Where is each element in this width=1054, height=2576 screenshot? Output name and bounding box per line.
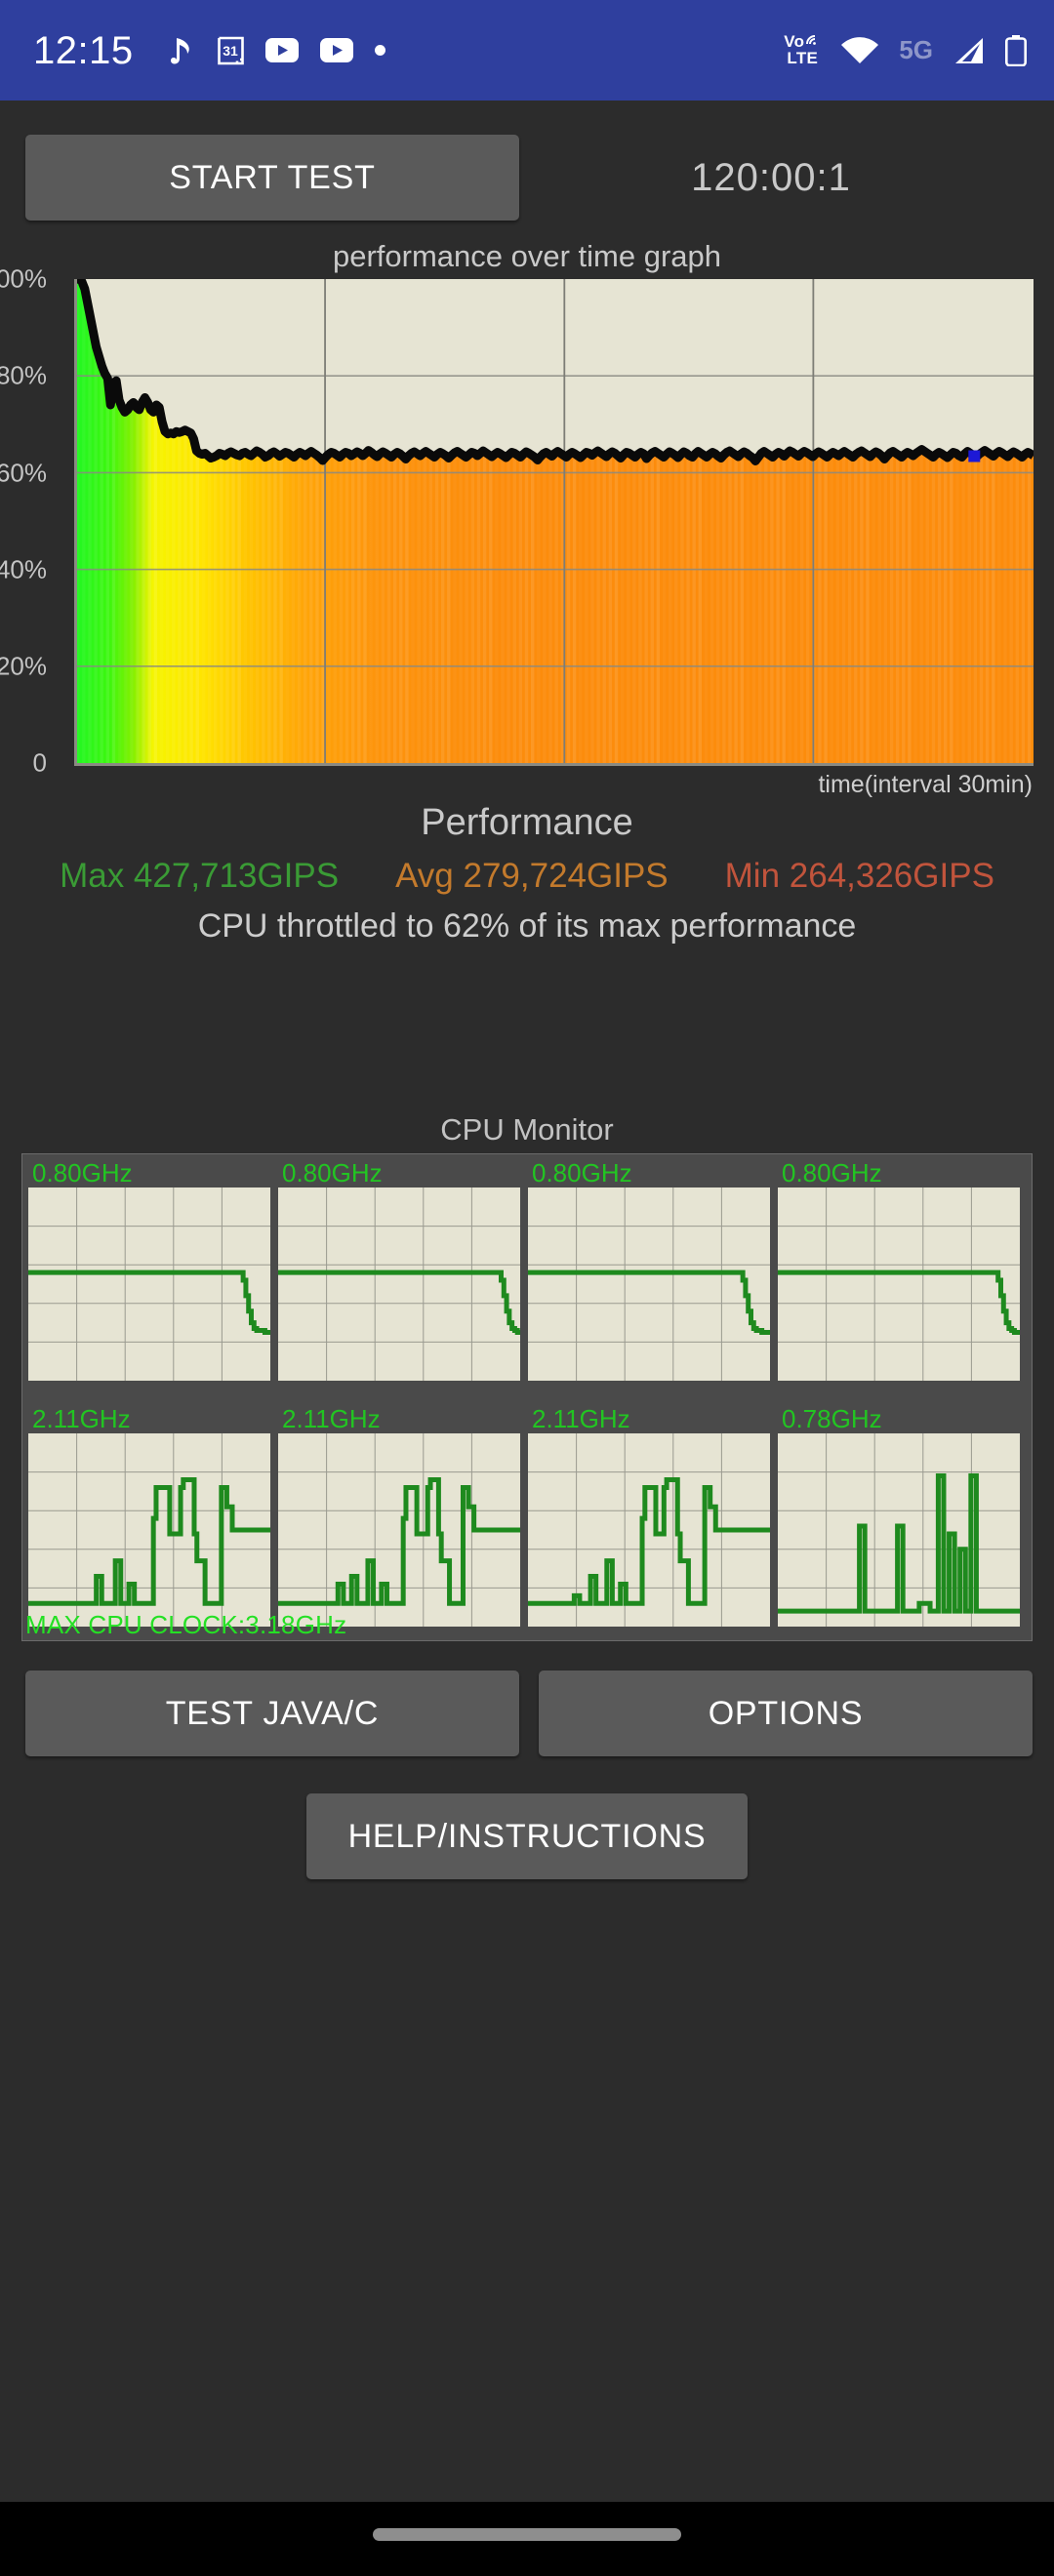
test-timer: 120:00:1 bbox=[691, 155, 851, 199]
cpu-core-7: 0.78GHz bbox=[778, 1404, 1020, 1631]
cpu-core-0-plot bbox=[28, 1187, 270, 1381]
cpu-core-6-frequency: 2.11GHz bbox=[532, 1404, 630, 1433]
cpu-core-0-frequency: 0.80GHz bbox=[32, 1158, 133, 1187]
cpu-core-3-plot bbox=[778, 1187, 1020, 1381]
y-tick-80: 80% bbox=[0, 360, 47, 390]
cpu-core-4-frequency: 2.11GHz bbox=[32, 1404, 131, 1433]
performance-plot-svg bbox=[76, 279, 1034, 763]
y-tick-20: 20% bbox=[0, 651, 47, 681]
battery-icon bbox=[1005, 34, 1027, 66]
calendar-31-icon: 31 bbox=[217, 36, 244, 65]
volte-bottom-label: LTE bbox=[787, 48, 819, 67]
y-tick-0: 0 bbox=[32, 747, 47, 778]
cpu-core-6: 2.11GHz bbox=[528, 1404, 770, 1631]
home-gesture-pill[interactable] bbox=[373, 2528, 681, 2541]
system-navigation-bar bbox=[0, 2502, 1054, 2576]
options-button[interactable]: OPTIONS bbox=[539, 1670, 1033, 1756]
performance-chart: performance over time graph 100% 80% 60%… bbox=[0, 239, 1054, 798]
svg-text:31: 31 bbox=[223, 43, 238, 59]
cpu-core-4: 2.11GHz bbox=[28, 1404, 270, 1631]
y-tick-40: 40% bbox=[0, 554, 47, 584]
youtube-music-icon bbox=[319, 38, 353, 62]
performance-chart-title: performance over time graph bbox=[332, 239, 722, 273]
status-bar: 12:15 31 Vo LTE 5G bbox=[0, 0, 1054, 101]
cpu-core-7-frequency: 0.78GHz bbox=[782, 1404, 882, 1433]
y-axis-line bbox=[74, 279, 77, 766]
cpu-core-2: 0.80GHz bbox=[528, 1158, 770, 1386]
cpu-core-1-plot bbox=[278, 1187, 520, 1381]
throttle-message: CPU throttled to 62% of its max performa… bbox=[197, 907, 857, 945]
cpu-core-1: 0.80GHz bbox=[278, 1158, 520, 1386]
signal-icon bbox=[953, 36, 986, 65]
max-cpu-clock-label: MAX CPU CLOCK:3.18GHz bbox=[25, 1610, 347, 1639]
cpu-core-5-frequency: 2.11GHz bbox=[282, 1404, 381, 1433]
status-bar-clock: 12:15 bbox=[33, 28, 134, 72]
wifi-icon bbox=[840, 36, 879, 65]
cpu-core-7-plot bbox=[778, 1433, 1020, 1627]
cpu-core-6-plot bbox=[528, 1433, 770, 1627]
cpu-monitor-panel: 0.80GHz 0.80GHz 0.80GHz 0.80GHz 2.11GHz 2.11G… bbox=[21, 1153, 1033, 1641]
performance-avg: Avg 279,724GIPS bbox=[395, 857, 669, 895]
performance-min: Min 264,326GIPS bbox=[724, 857, 994, 895]
performance-plot-area bbox=[76, 279, 1034, 763]
dot-icon bbox=[374, 45, 385, 56]
youtube-icon bbox=[264, 38, 299, 62]
volte-icon: Vo LTE bbox=[784, 33, 821, 67]
cpu-core-5: 2.11GHz bbox=[278, 1404, 520, 1631]
cpu-core-4-plot bbox=[28, 1433, 270, 1627]
test-java-c-button[interactable]: TEST JAVA/C bbox=[25, 1670, 519, 1756]
cpu-core-5-plot bbox=[278, 1433, 520, 1627]
performance-heading: Performance bbox=[421, 802, 633, 843]
cpu-core-grid: 0.80GHz 0.80GHz 0.80GHz 0.80GHz 2.11GHz 2.11G… bbox=[22, 1154, 1032, 1640]
status-bar-system-icons: Vo LTE 5G bbox=[784, 33, 1027, 67]
start-test-button[interactable]: START TEST bbox=[25, 135, 519, 221]
cpu-core-3-frequency: 0.80GHz bbox=[782, 1158, 882, 1187]
cpu-core-1-frequency: 0.80GHz bbox=[282, 1158, 383, 1187]
cpu-monitor-title: CPU Monitor bbox=[440, 1112, 614, 1147]
y-tick-60: 60% bbox=[0, 458, 47, 488]
cpu-core-2-frequency: 0.80GHz bbox=[532, 1158, 632, 1187]
help-instructions-button[interactable]: HELP/INSTRUCTIONS bbox=[306, 1793, 748, 1879]
network-type-label: 5G bbox=[899, 35, 933, 64]
cpu-core-0: 0.80GHz bbox=[28, 1158, 270, 1386]
x-axis-line bbox=[76, 763, 1034, 766]
y-tick-100: 100% bbox=[0, 263, 47, 294]
performance-max: Max 427,713GIPS bbox=[60, 857, 340, 895]
status-bar-notification-icons: 31 bbox=[170, 36, 385, 65]
cpu-core-2-plot bbox=[528, 1187, 770, 1381]
app-screen: 12:15 31 Vo LTE 5G START TEST 120:00:1 p… bbox=[0, 0, 1054, 2576]
cpu-core-3: 0.80GHz bbox=[778, 1158, 1020, 1386]
x-axis-note: time(interval 30min) bbox=[818, 771, 1033, 798]
performance-stats: Max 427,713GIPS Avg 279,724GIPS Min 264,… bbox=[0, 857, 1054, 896]
music-note-icon bbox=[170, 36, 196, 65]
